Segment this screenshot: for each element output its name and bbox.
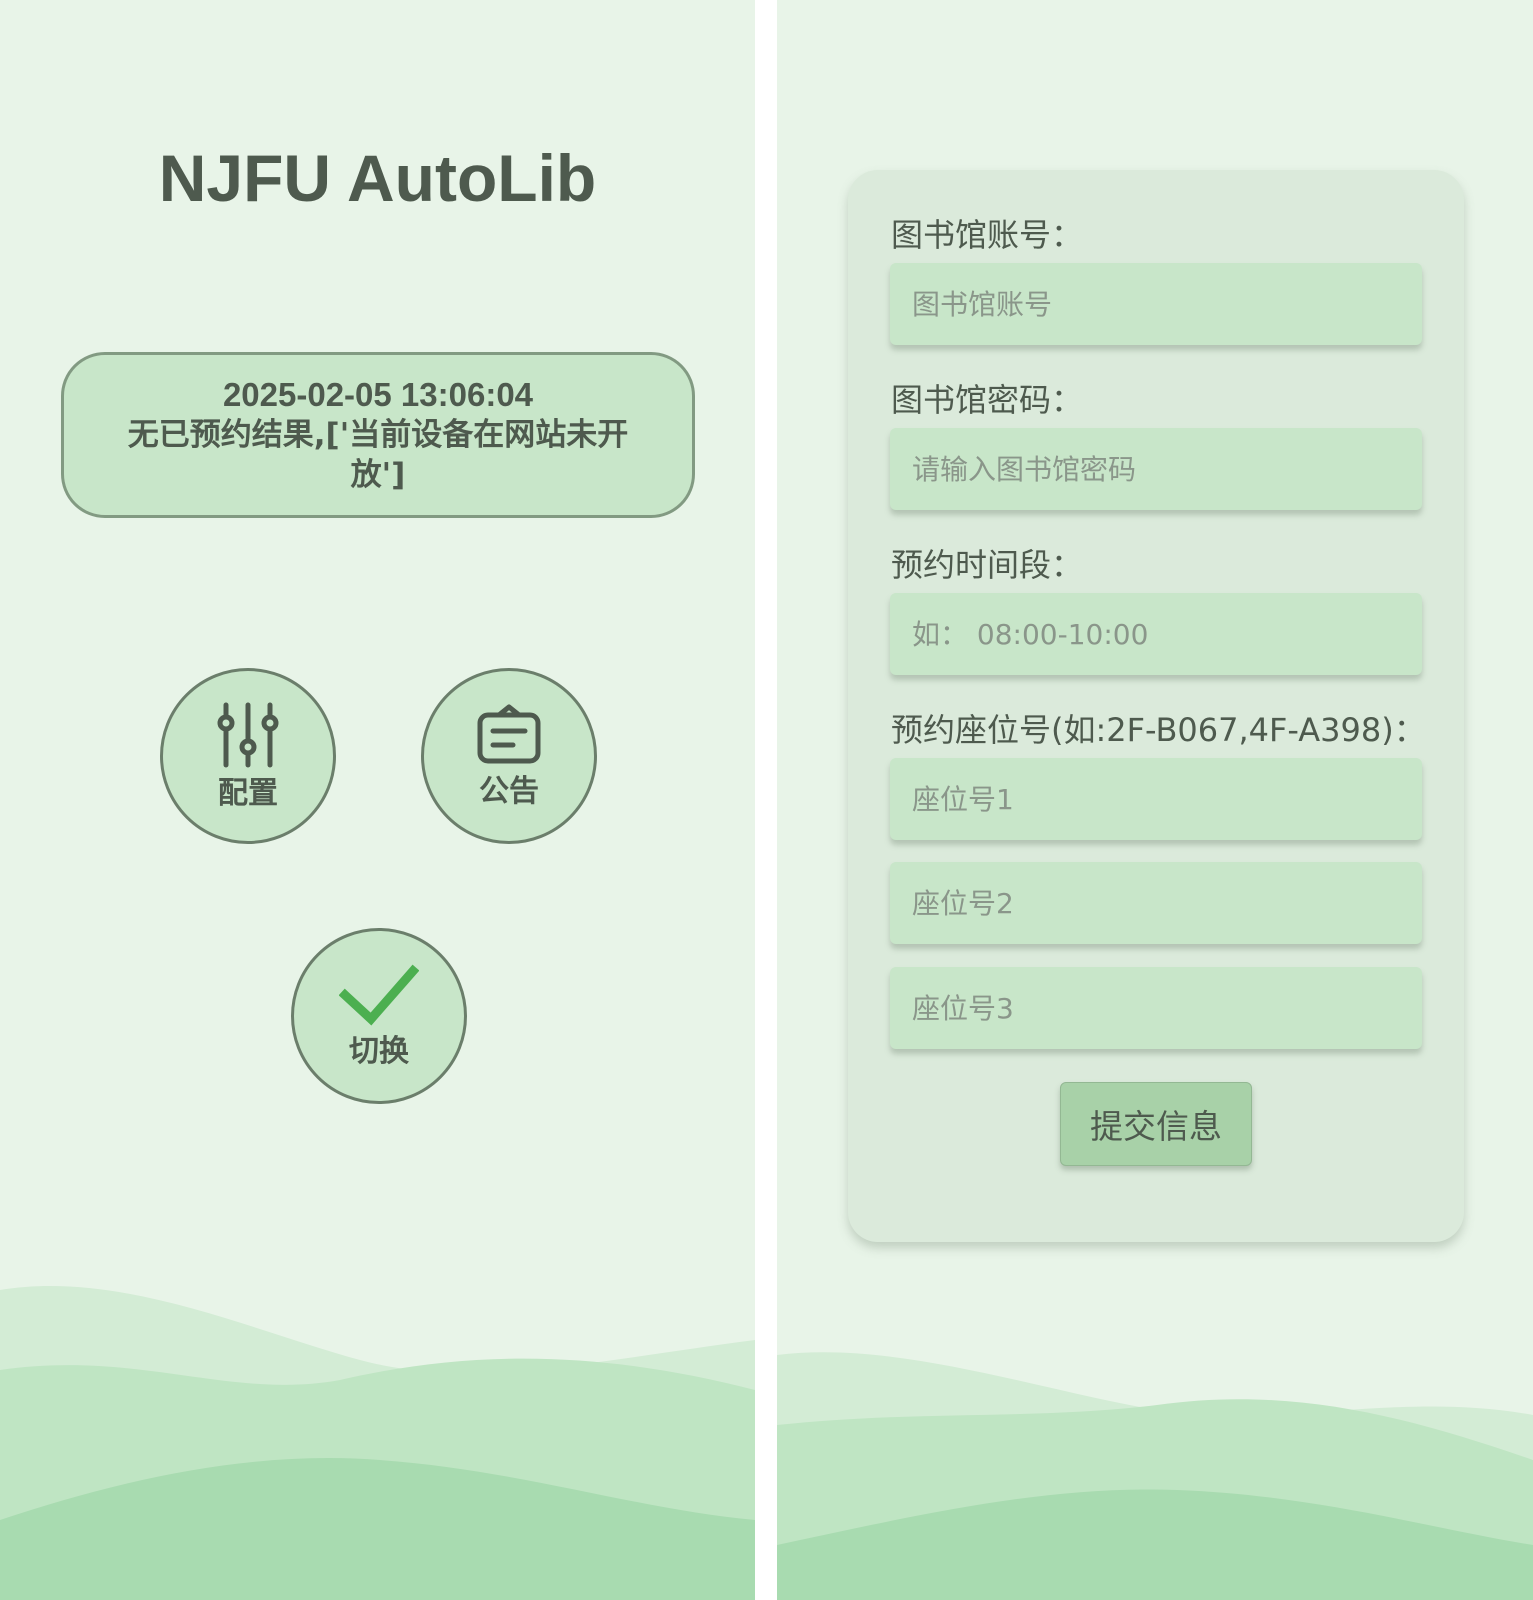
app-title: NJFU AutoLib [158,141,597,215]
notice-board-icon [475,703,543,771]
time-slot-input[interactable] [890,593,1422,675]
wave-background [0,1286,755,1600]
config-screen: 图书馆账号： 图书馆密码： 预约时间段： 预约座位号(如:2F-B067,4F-… [777,0,1533,1600]
notice-button[interactable]: 公告 [421,668,597,844]
sliders-icon [214,701,282,773]
home-screen: NJFU AutoLib 2025-02-05 13:06:04 无已预约结果,… [0,0,755,1600]
status-box: 2025-02-05 13:06:04 无已预约结果,['当前设备在网站未开放'… [61,352,695,518]
checkmark-icon [338,963,420,1031]
config-button-label: 配置 [218,776,278,811]
switch-button-label: 切换 [349,1034,409,1069]
config-button[interactable]: 配置 [160,668,336,844]
seat2-input[interactable] [890,862,1422,944]
password-input[interactable] [890,428,1422,510]
password-label: 图书馆密码： [891,381,1084,419]
notice-button-label: 公告 [479,774,539,809]
settings-form: 图书馆账号： 图书馆密码： 预约时间段： 预约座位号(如:2F-B067,4F-… [848,170,1464,1242]
wave-background [777,1352,1533,1600]
switch-button[interactable]: 切换 [291,928,467,1104]
account-label: 图书馆账号： [891,216,1084,254]
status-message: 无已预约结果,['当前设备在网站未开放'] [127,417,629,493]
submit-button[interactable]: 提交信息 [1060,1082,1252,1166]
seat1-input[interactable] [890,758,1422,840]
time-slot-label: 预约时间段： [891,546,1084,584]
account-input[interactable] [890,263,1422,345]
status-timestamp: 2025-02-05 13:06:04 [222,376,534,413]
seat3-input[interactable] [890,967,1422,1049]
seat-number-label: 预约座位号(如:2F-B067,4F-A398)： [891,711,1426,749]
